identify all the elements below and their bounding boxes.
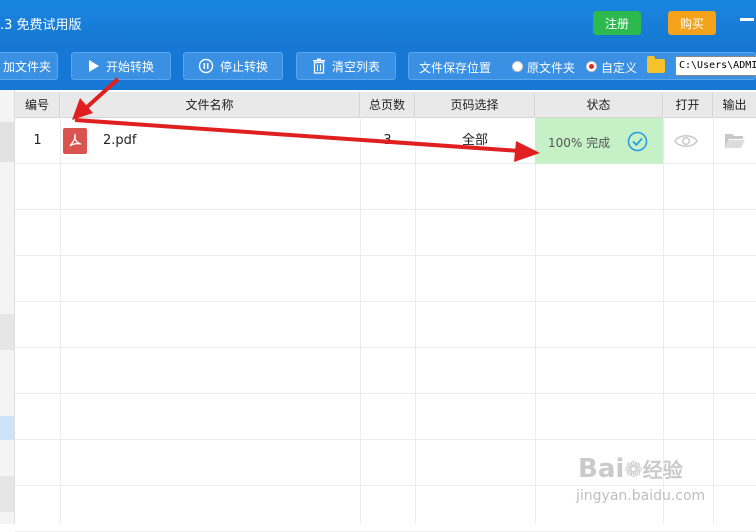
table-row-empty xyxy=(15,302,756,348)
play-icon xyxy=(88,60,99,72)
left-panel xyxy=(0,90,15,524)
row-index: 1 xyxy=(33,133,42,148)
status-text: 100% 完成 xyxy=(548,136,611,150)
buy-button[interactable]: 购买 xyxy=(668,11,716,35)
table-row-empty xyxy=(15,394,756,440)
row-pages: 3 xyxy=(383,133,392,148)
minimize-icon[interactable] xyxy=(740,18,754,21)
table-row-empty xyxy=(15,210,756,256)
folder-icon[interactable] xyxy=(647,56,665,73)
save-location-group: 文件保存位置 原文件夹 自定义 C:\Users\ADMI xyxy=(408,52,756,80)
table-header: 编号 文件名称 总页数 页码选择 状态 打开 输出 xyxy=(15,92,756,118)
stop-convert-label: 停止转换 xyxy=(219,59,268,74)
header-status: 状态 xyxy=(535,92,663,118)
row-page-range[interactable]: 全部 xyxy=(415,118,535,164)
start-convert-button[interactable]: 开始转换 xyxy=(71,52,171,80)
clear-list-label: 清空列表 xyxy=(331,59,380,74)
toolbar: 加文件夹 开始转换 停止转换 清空列表 文件保存位置 原文件夹 自定义 C:\U… xyxy=(0,46,756,90)
add-folder-label: 加文件夹 xyxy=(2,59,51,74)
header-page-range: 页码选择 xyxy=(415,92,535,118)
start-convert-label: 开始转换 xyxy=(105,59,154,74)
left-panel-item[interactable] xyxy=(0,476,14,512)
trash-icon xyxy=(312,58,325,74)
table-row-empty xyxy=(15,164,756,210)
custom-label: 自定义 xyxy=(601,61,638,75)
stop-convert-button[interactable]: 停止转换 xyxy=(183,52,283,80)
original-folder-radio[interactable] xyxy=(512,61,523,72)
save-path-input[interactable]: C:\Users\ADMI xyxy=(675,56,756,76)
app-title: .3 免费试用版 xyxy=(0,18,82,33)
pdf-icon xyxy=(63,128,87,154)
clear-list-button[interactable]: 清空列表 xyxy=(296,52,396,80)
table-row-empty xyxy=(15,256,756,302)
left-panel-item-selected[interactable] xyxy=(0,416,14,440)
header-open: 打开 xyxy=(663,92,713,118)
header-index: 编号 xyxy=(15,92,60,118)
header-filename: 文件名称 xyxy=(60,92,360,118)
header-pages: 总页数 xyxy=(360,92,415,118)
register-button[interactable]: 注册 xyxy=(593,11,641,35)
check-circle-icon xyxy=(627,131,648,152)
row-filename: 2.pdf xyxy=(103,133,137,148)
custom-radio[interactable] xyxy=(586,61,597,72)
save-location-label: 文件保存位置 xyxy=(419,61,492,75)
left-panel-item[interactable] xyxy=(0,122,14,162)
watermark-logo: Bai❁经验 xyxy=(578,454,683,484)
original-folder-label: 原文件夹 xyxy=(527,61,576,75)
title-bar: .3 免费试用版 注册 购买 xyxy=(0,0,756,46)
header-output: 输出 xyxy=(722,98,747,112)
open-folder-icon[interactable] xyxy=(724,132,746,149)
table-row[interactable]: 1 2.pdf 3 全部 100% 完成 xyxy=(15,118,756,164)
row-status: 100% 完成 xyxy=(535,118,663,164)
left-panel-item[interactable] xyxy=(0,314,14,350)
eye-icon[interactable] xyxy=(674,133,698,149)
table-row-empty xyxy=(15,348,756,394)
pause-icon xyxy=(198,58,214,74)
watermark-url: jingyan.baidu.com xyxy=(576,488,706,504)
add-folder-button[interactable]: 加文件夹 xyxy=(0,52,58,80)
